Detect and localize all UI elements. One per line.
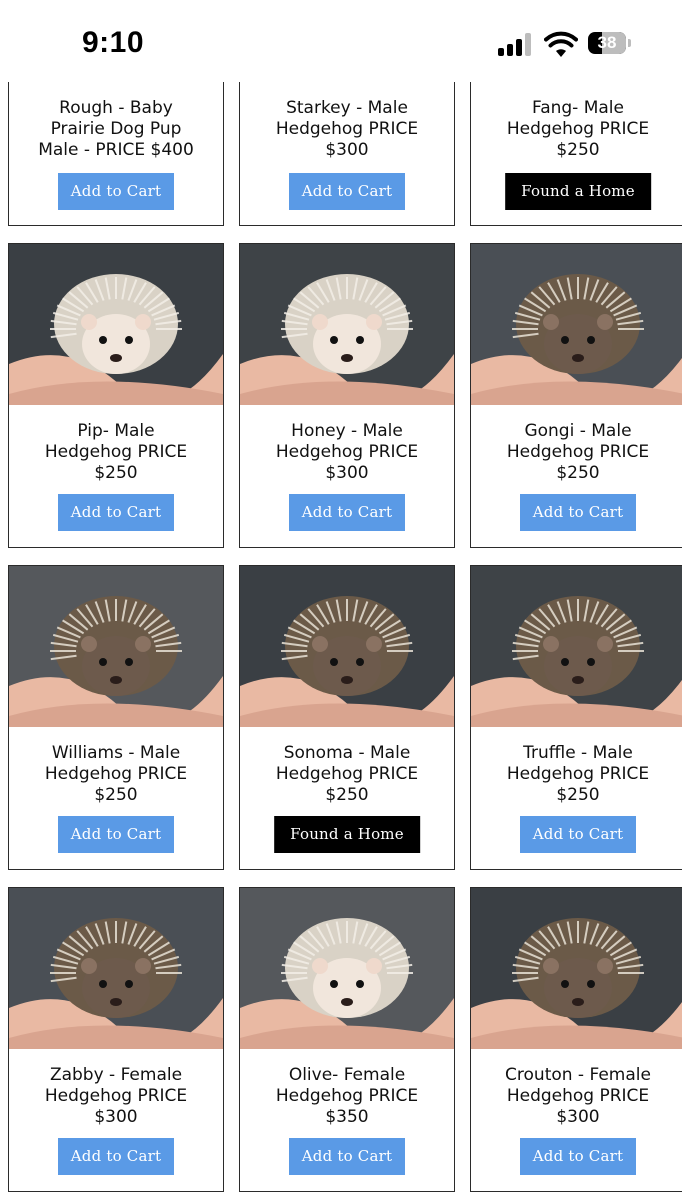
product-photo[interactable] [471,888,682,1049]
status-bar: 9:10 38 [0,0,682,82]
found-a-home-button: Found a Home [505,173,651,210]
product-grid: Rough - Baby Prairie Dog Pup Male - PRIC… [8,0,682,1192]
product-card[interactable]: Olive- Female Hedgehog PRICE $350 Add to … [239,887,455,1192]
cellular-signal-icon [498,32,534,56]
found-a-home-button: Found a Home [274,816,420,853]
product-photo[interactable] [240,566,454,727]
add-to-cart-button[interactable]: Add to Cart [58,1138,174,1175]
product-photo[interactable] [240,244,454,405]
product-title[interactable]: Olive- Female Hedgehog PRICE $350 [244,1065,450,1128]
product-title[interactable]: Honey - Male Hedgehog PRICE $300 [244,421,450,484]
product-title[interactable]: Zabby - Female Hedgehog PRICE $300 [13,1065,219,1128]
product-photo[interactable] [9,566,223,727]
product-photo[interactable] [9,888,223,1049]
add-to-cart-button[interactable]: Add to Cart [289,1138,405,1175]
product-title[interactable]: Rough - Baby Prairie Dog Pup Male - PRIC… [13,98,219,161]
product-photo[interactable] [240,888,454,1049]
product-card[interactable]: Truffle - Male Hedgehog PRICE $250 Add to… [470,565,682,870]
add-to-cart-button[interactable]: Add to Cart [520,816,636,853]
product-title[interactable]: Williams - Male Hedgehog PRICE $250 [13,743,219,806]
product-photo[interactable] [471,566,682,727]
product-photo[interactable] [471,244,682,405]
product-title[interactable]: Starkey - Male Hedgehog PRICE $300 [244,98,450,161]
add-to-cart-button[interactable]: Add to Cart [289,173,405,210]
product-title[interactable]: Truffle - Male Hedgehog PRICE $250 [475,743,681,806]
add-to-cart-button[interactable]: Add to Cart [58,494,174,531]
product-card[interactable]: Williams - Male Hedgehog PRICE $250 Add t… [8,565,224,870]
product-title[interactable]: Sonoma - Male Hedgehog PRICE $250 [244,743,450,806]
product-title[interactable]: Gongi - Male Hedgehog PRICE $250 [475,421,681,484]
status-time: 9:10 [82,26,145,59]
add-to-cart-button[interactable]: Add to Cart [289,494,405,531]
product-card[interactable]: Zabby - Female Hedgehog PRICE $300 Add to… [8,887,224,1192]
product-title[interactable]: Fang- Male Hedgehog PRICE $250 [475,98,681,161]
product-card[interactable]: Crouton - Female Hedgehog PRICE $300 Add … [470,887,682,1192]
add-to-cart-button[interactable]: Add to Cart [58,173,174,210]
product-title[interactable]: Pip- Male Hedgehog PRICE $250 [13,421,219,484]
product-title[interactable]: Crouton - Female Hedgehog PRICE $300 [475,1065,681,1128]
add-to-cart-button[interactable]: Add to Cart [520,494,636,531]
battery-percent: 38 [597,33,617,52]
product-card[interactable]: Honey - Male Hedgehog PRICE $300 Add to C… [239,243,455,548]
product-photo[interactable] [9,244,223,405]
wifi-icon [544,30,578,58]
product-card[interactable]: Pip- Male Hedgehog PRICE $250 Add to Cart [8,243,224,548]
add-to-cart-button[interactable]: Add to Cart [520,1138,636,1175]
product-card[interactable]: Gongi - Male Hedgehog PRICE $250 Add to C… [470,243,682,548]
battery-icon: 38 [588,32,632,56]
add-to-cart-button[interactable]: Add to Cart [58,816,174,853]
product-card[interactable]: Sonoma - Male Hedgehog PRICE $250 Found a… [239,565,455,870]
